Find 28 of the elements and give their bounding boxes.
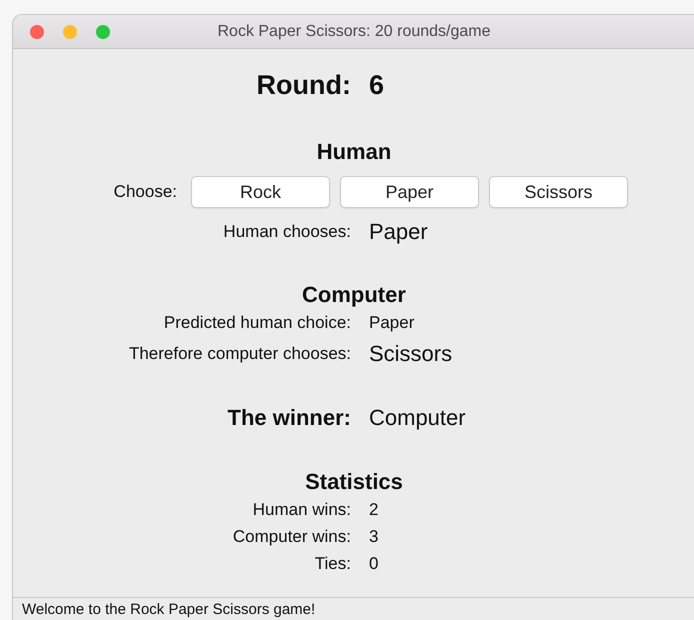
field-value: Paper [369,219,428,245]
section-heading: Computer [301,281,407,309]
winner-label: The winner: [228,405,351,431]
section-heading: Human [316,138,392,166]
field-label: Predicted human choice: [164,313,351,333]
minimize-button[interactable] [63,24,77,38]
field-value: 2 [369,500,378,520]
section-heading: Statistics [304,468,404,496]
choice-button[interactable]: Rock [191,176,330,208]
winner-value: Computer [369,405,466,431]
field-label: Therefore computer chooses: [128,344,351,364]
field-value: Paper [369,313,414,333]
field-value: 0 [369,554,378,574]
choice-button[interactable]: Scissors [489,176,628,208]
choice-button[interactable]: Paper [340,176,479,208]
field-label: Computer wins: [232,527,351,547]
field-label: Choose: [112,182,177,202]
window-title: Rock Paper Scissors: 20 rounds/game [217,22,490,40]
round-number: 6 [369,70,384,100]
field-value: Scissors [369,341,452,367]
zoom-button[interactable] [96,24,110,38]
field-label: Human chooses: [223,222,351,242]
field-label: Human wins: [252,500,351,520]
field-value: 3 [369,527,378,547]
close-button[interactable] [30,24,44,38]
status-text: Welcome to the Rock Paper Scissors game! [22,600,316,618]
round-label: Round: [256,70,351,100]
field-label: Ties: [314,554,351,574]
